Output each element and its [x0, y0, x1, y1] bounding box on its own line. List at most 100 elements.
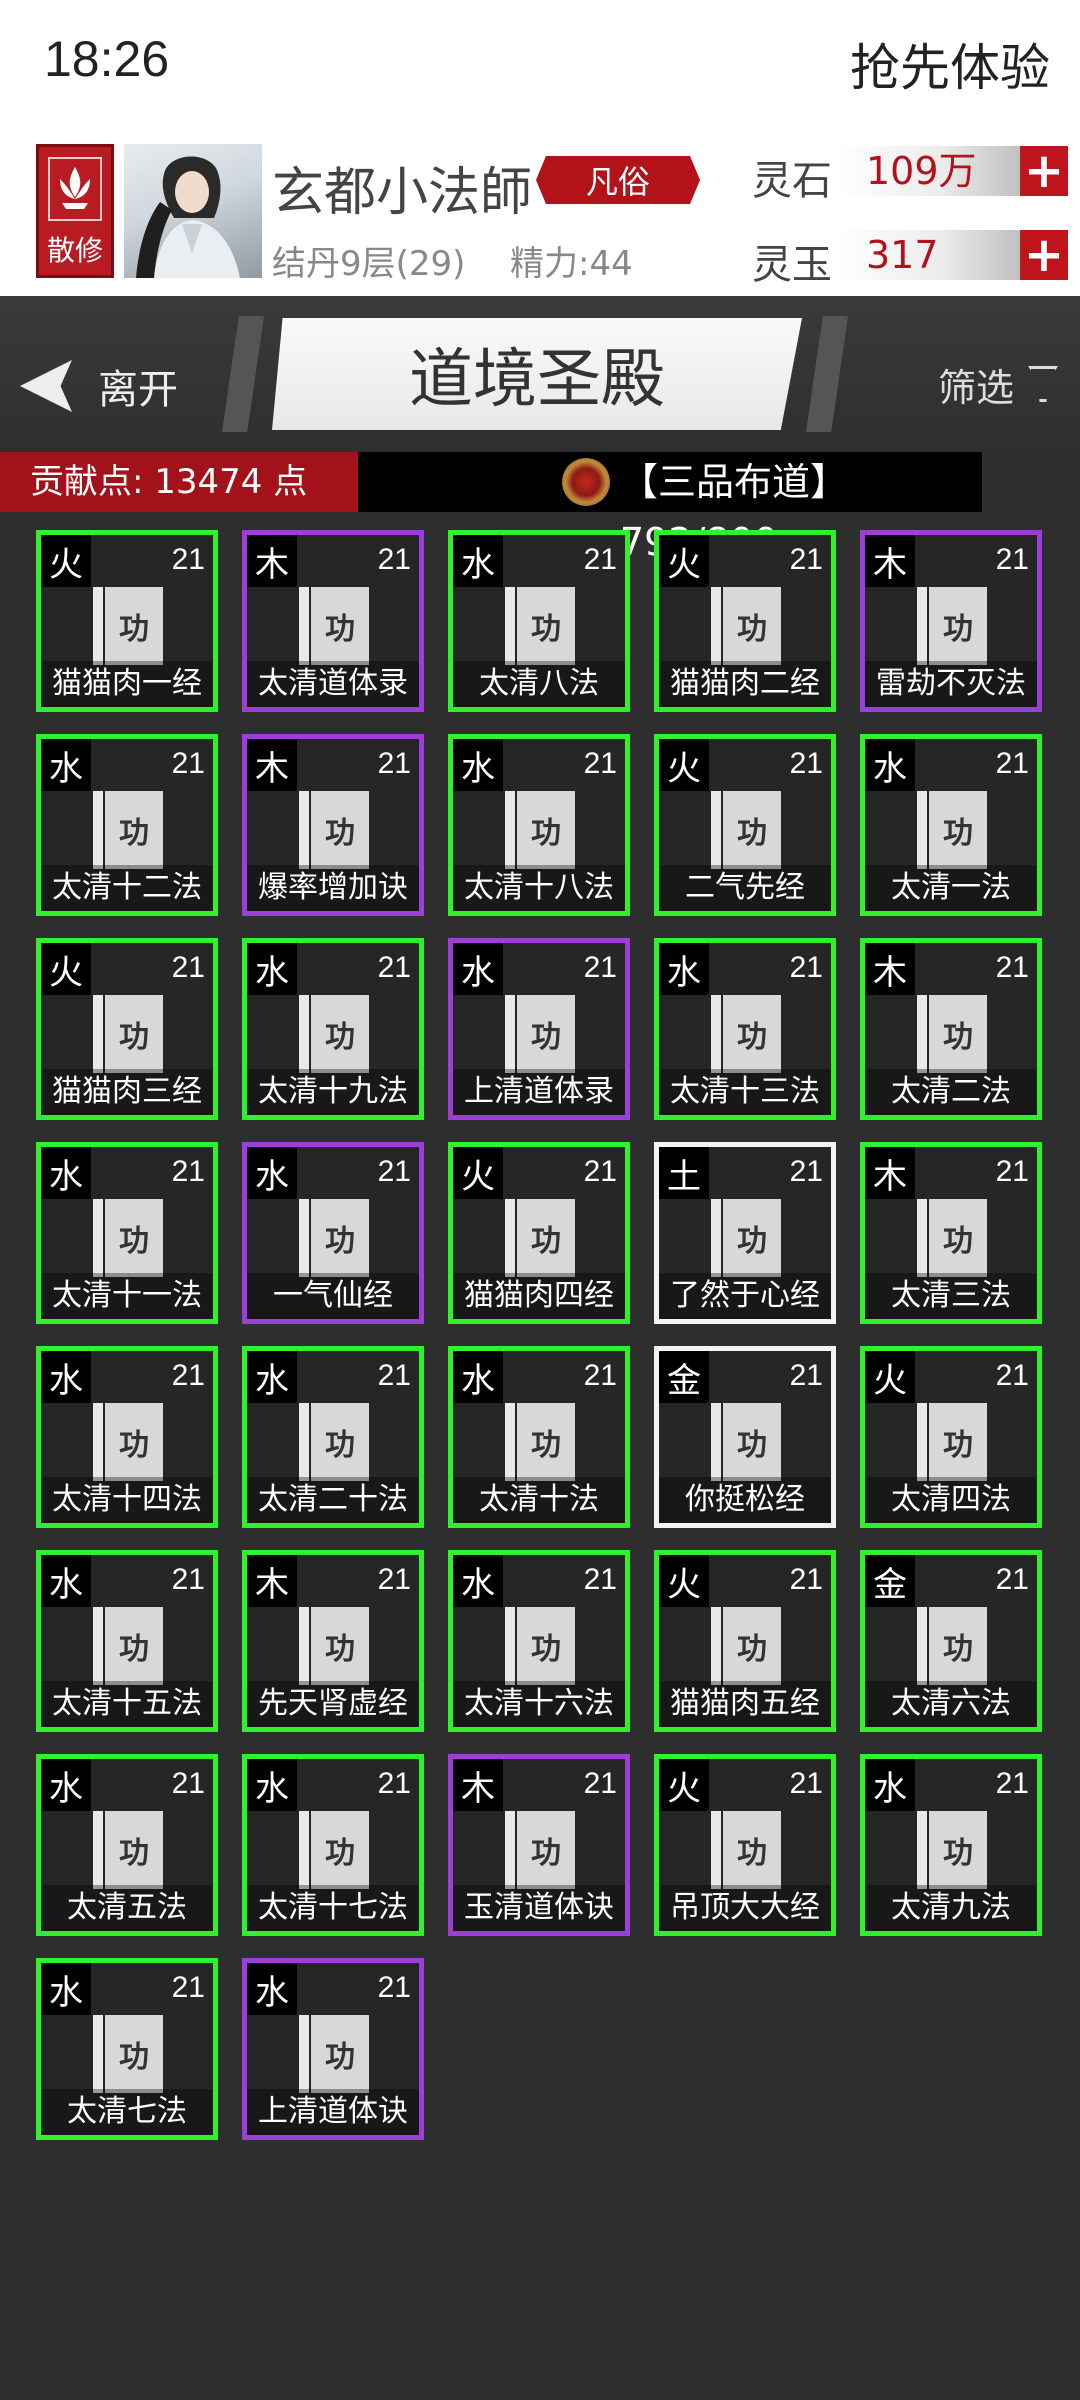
- skill-card[interactable]: 火 21 功猫猫肉五经: [654, 1550, 836, 1732]
- skill-card[interactable]: 水 21 功太清十一法: [36, 1142, 218, 1324]
- skill-book-icon: 功: [299, 791, 369, 869]
- book-spine: [711, 791, 721, 869]
- book-cover-label: 功: [517, 587, 575, 665]
- skill-level: 21: [995, 1767, 1029, 1800]
- skill-card[interactable]: 火 21 功二气先经: [654, 734, 836, 916]
- skill-card[interactable]: 水 21 功太清十七法: [242, 1754, 424, 1936]
- skill-card[interactable]: 木 21 功太清道体录: [242, 530, 424, 712]
- add-spirit-jade-button[interactable]: +: [1020, 230, 1068, 280]
- skill-book-icon: 功: [299, 995, 369, 1073]
- skill-card[interactable]: 水 21 功太清二十法: [242, 1346, 424, 1528]
- book-cover-label: 功: [311, 1199, 369, 1277]
- skill-name: 太清十七法: [247, 1885, 419, 1931]
- book-cover-label: 功: [105, 995, 163, 1073]
- skill-card[interactable]: 水 21 功太清十九法: [242, 938, 424, 1120]
- skill-card[interactable]: 木 21 功太清二法: [860, 938, 1042, 1120]
- skill-card[interactable]: 水 21 功太清八法: [448, 530, 630, 712]
- book-cover-label: 功: [929, 995, 987, 1073]
- skill-name: 猫猫肉五经: [659, 1681, 831, 1727]
- element-tag: 水: [453, 535, 503, 587]
- book-spine: [299, 995, 309, 1073]
- skill-card[interactable]: 水 21 功上清道体诀: [242, 1958, 424, 2140]
- medal-icon: [562, 458, 610, 506]
- book-cover-label: 功: [311, 1811, 369, 1889]
- sect-badge[interactable]: 散修: [36, 144, 114, 278]
- skill-name: 太清十五法: [41, 1681, 213, 1727]
- filter-button[interactable]: 筛选: [938, 354, 1058, 414]
- skill-name: 太清十八法: [453, 865, 625, 911]
- skill-card[interactable]: 水 21 功太清一法: [860, 734, 1042, 916]
- element-tag: 木: [865, 1147, 915, 1199]
- book-cover-label: 功: [723, 791, 781, 869]
- skill-card[interactable]: 水 21 功太清十五法: [36, 1550, 218, 1732]
- skill-card[interactable]: 火 21 功太清四法: [860, 1346, 1042, 1528]
- skill-book-icon: 功: [711, 1199, 781, 1277]
- element-tag: 水: [247, 1351, 297, 1403]
- skill-card[interactable]: 水 21 功太清九法: [860, 1754, 1042, 1936]
- skill-book-icon: 功: [299, 1403, 369, 1481]
- book-spine: [299, 2015, 309, 2093]
- skill-card[interactable]: 木 21 功玉清道体诀: [448, 1754, 630, 1936]
- skill-card[interactable]: 火 21 功吊顶大大经: [654, 1754, 836, 1936]
- book-cover-label: 功: [517, 791, 575, 869]
- skill-name: 太清七法: [41, 2089, 213, 2135]
- skill-book-icon: 功: [505, 995, 575, 1073]
- skill-level: 21: [583, 1563, 617, 1596]
- skill-book-icon: 功: [917, 1607, 987, 1685]
- skill-name: 太清十二法: [41, 865, 213, 911]
- book-cover-label: 功: [105, 1607, 163, 1685]
- element-tag: 水: [453, 1555, 503, 1607]
- skill-card[interactable]: 土 21 功了然于心经: [654, 1142, 836, 1324]
- skill-card[interactable]: 水 21 功上清道体录: [448, 938, 630, 1120]
- skill-book-icon: 功: [711, 791, 781, 869]
- avatar[interactable]: [124, 144, 262, 278]
- skill-level: 21: [377, 951, 411, 984]
- skill-card[interactable]: 木 21 功先天肾虚经: [242, 1550, 424, 1732]
- skill-card[interactable]: 火 21 功猫猫肉二经: [654, 530, 836, 712]
- skill-card[interactable]: 火 21 功猫猫肉四经: [448, 1142, 630, 1324]
- skill-book-icon: 功: [299, 2015, 369, 2093]
- skill-card[interactable]: 金 21 功太清六法: [860, 1550, 1042, 1732]
- skill-level: 21: [171, 951, 205, 984]
- book-cover-label: 功: [105, 1199, 163, 1277]
- skill-card[interactable]: 木 21 功爆率增加诀: [242, 734, 424, 916]
- skill-book-icon: 功: [505, 1607, 575, 1685]
- skill-book-icon: 功: [299, 1811, 369, 1889]
- skill-level: 21: [171, 1563, 205, 1596]
- skill-card[interactable]: 火 21 功猫猫肉一经: [36, 530, 218, 712]
- skill-card[interactable]: 水 21 功太清五法: [36, 1754, 218, 1936]
- skill-card[interactable]: 水 21 功一气仙经: [242, 1142, 424, 1324]
- skill-card[interactable]: 火 21 功猫猫肉三经: [36, 938, 218, 1120]
- skill-level: 21: [171, 1767, 205, 1800]
- skill-name: 太清道体录: [247, 661, 419, 707]
- skill-card[interactable]: 水 21 功太清十三法: [654, 938, 836, 1120]
- skill-name: 太清十四法: [41, 1477, 213, 1523]
- skill-card[interactable]: 水 21 功太清十二法: [36, 734, 218, 916]
- skill-card[interactable]: 水 21 功太清七法: [36, 1958, 218, 2140]
- lotus-emblem-icon: [48, 157, 102, 221]
- skill-book-icon: 功: [299, 1607, 369, 1685]
- skill-card[interactable]: 水 21 功太清十四法: [36, 1346, 218, 1528]
- skill-card[interactable]: 水 21 功太清十法: [448, 1346, 630, 1528]
- book-spine: [299, 1607, 309, 1685]
- skill-book-icon: 功: [711, 587, 781, 665]
- book-spine: [917, 791, 927, 869]
- skill-card[interactable]: 木 21 功太清三法: [860, 1142, 1042, 1324]
- add-spirit-stone-button[interactable]: +: [1020, 146, 1068, 196]
- skill-name: 上清道体诀: [247, 2089, 419, 2135]
- skill-card[interactable]: 水 21 功太清十六法: [448, 1550, 630, 1732]
- skill-card[interactable]: 金 21 功你挺松经: [654, 1346, 836, 1528]
- skill-book-icon: 功: [711, 1403, 781, 1481]
- contribution-row: 贡献点: 13474 点 【三品布道】792/800: [0, 452, 982, 564]
- book-cover-label: 功: [517, 995, 575, 1073]
- skill-card[interactable]: 木 21 功雷劫不灭法: [860, 530, 1042, 712]
- skill-card[interactable]: 水 21 功太清十八法: [448, 734, 630, 916]
- book-cover-label: 功: [929, 587, 987, 665]
- skill-book-icon: 功: [711, 1607, 781, 1685]
- skill-name: 太清三法: [865, 1273, 1037, 1319]
- book-spine: [299, 1403, 309, 1481]
- book-cover-label: 功: [723, 995, 781, 1073]
- skill-level: 21: [583, 1359, 617, 1392]
- leave-button[interactable]: 离开: [20, 356, 178, 416]
- title-band: 离开 道境圣殿 筛选: [0, 296, 1080, 446]
